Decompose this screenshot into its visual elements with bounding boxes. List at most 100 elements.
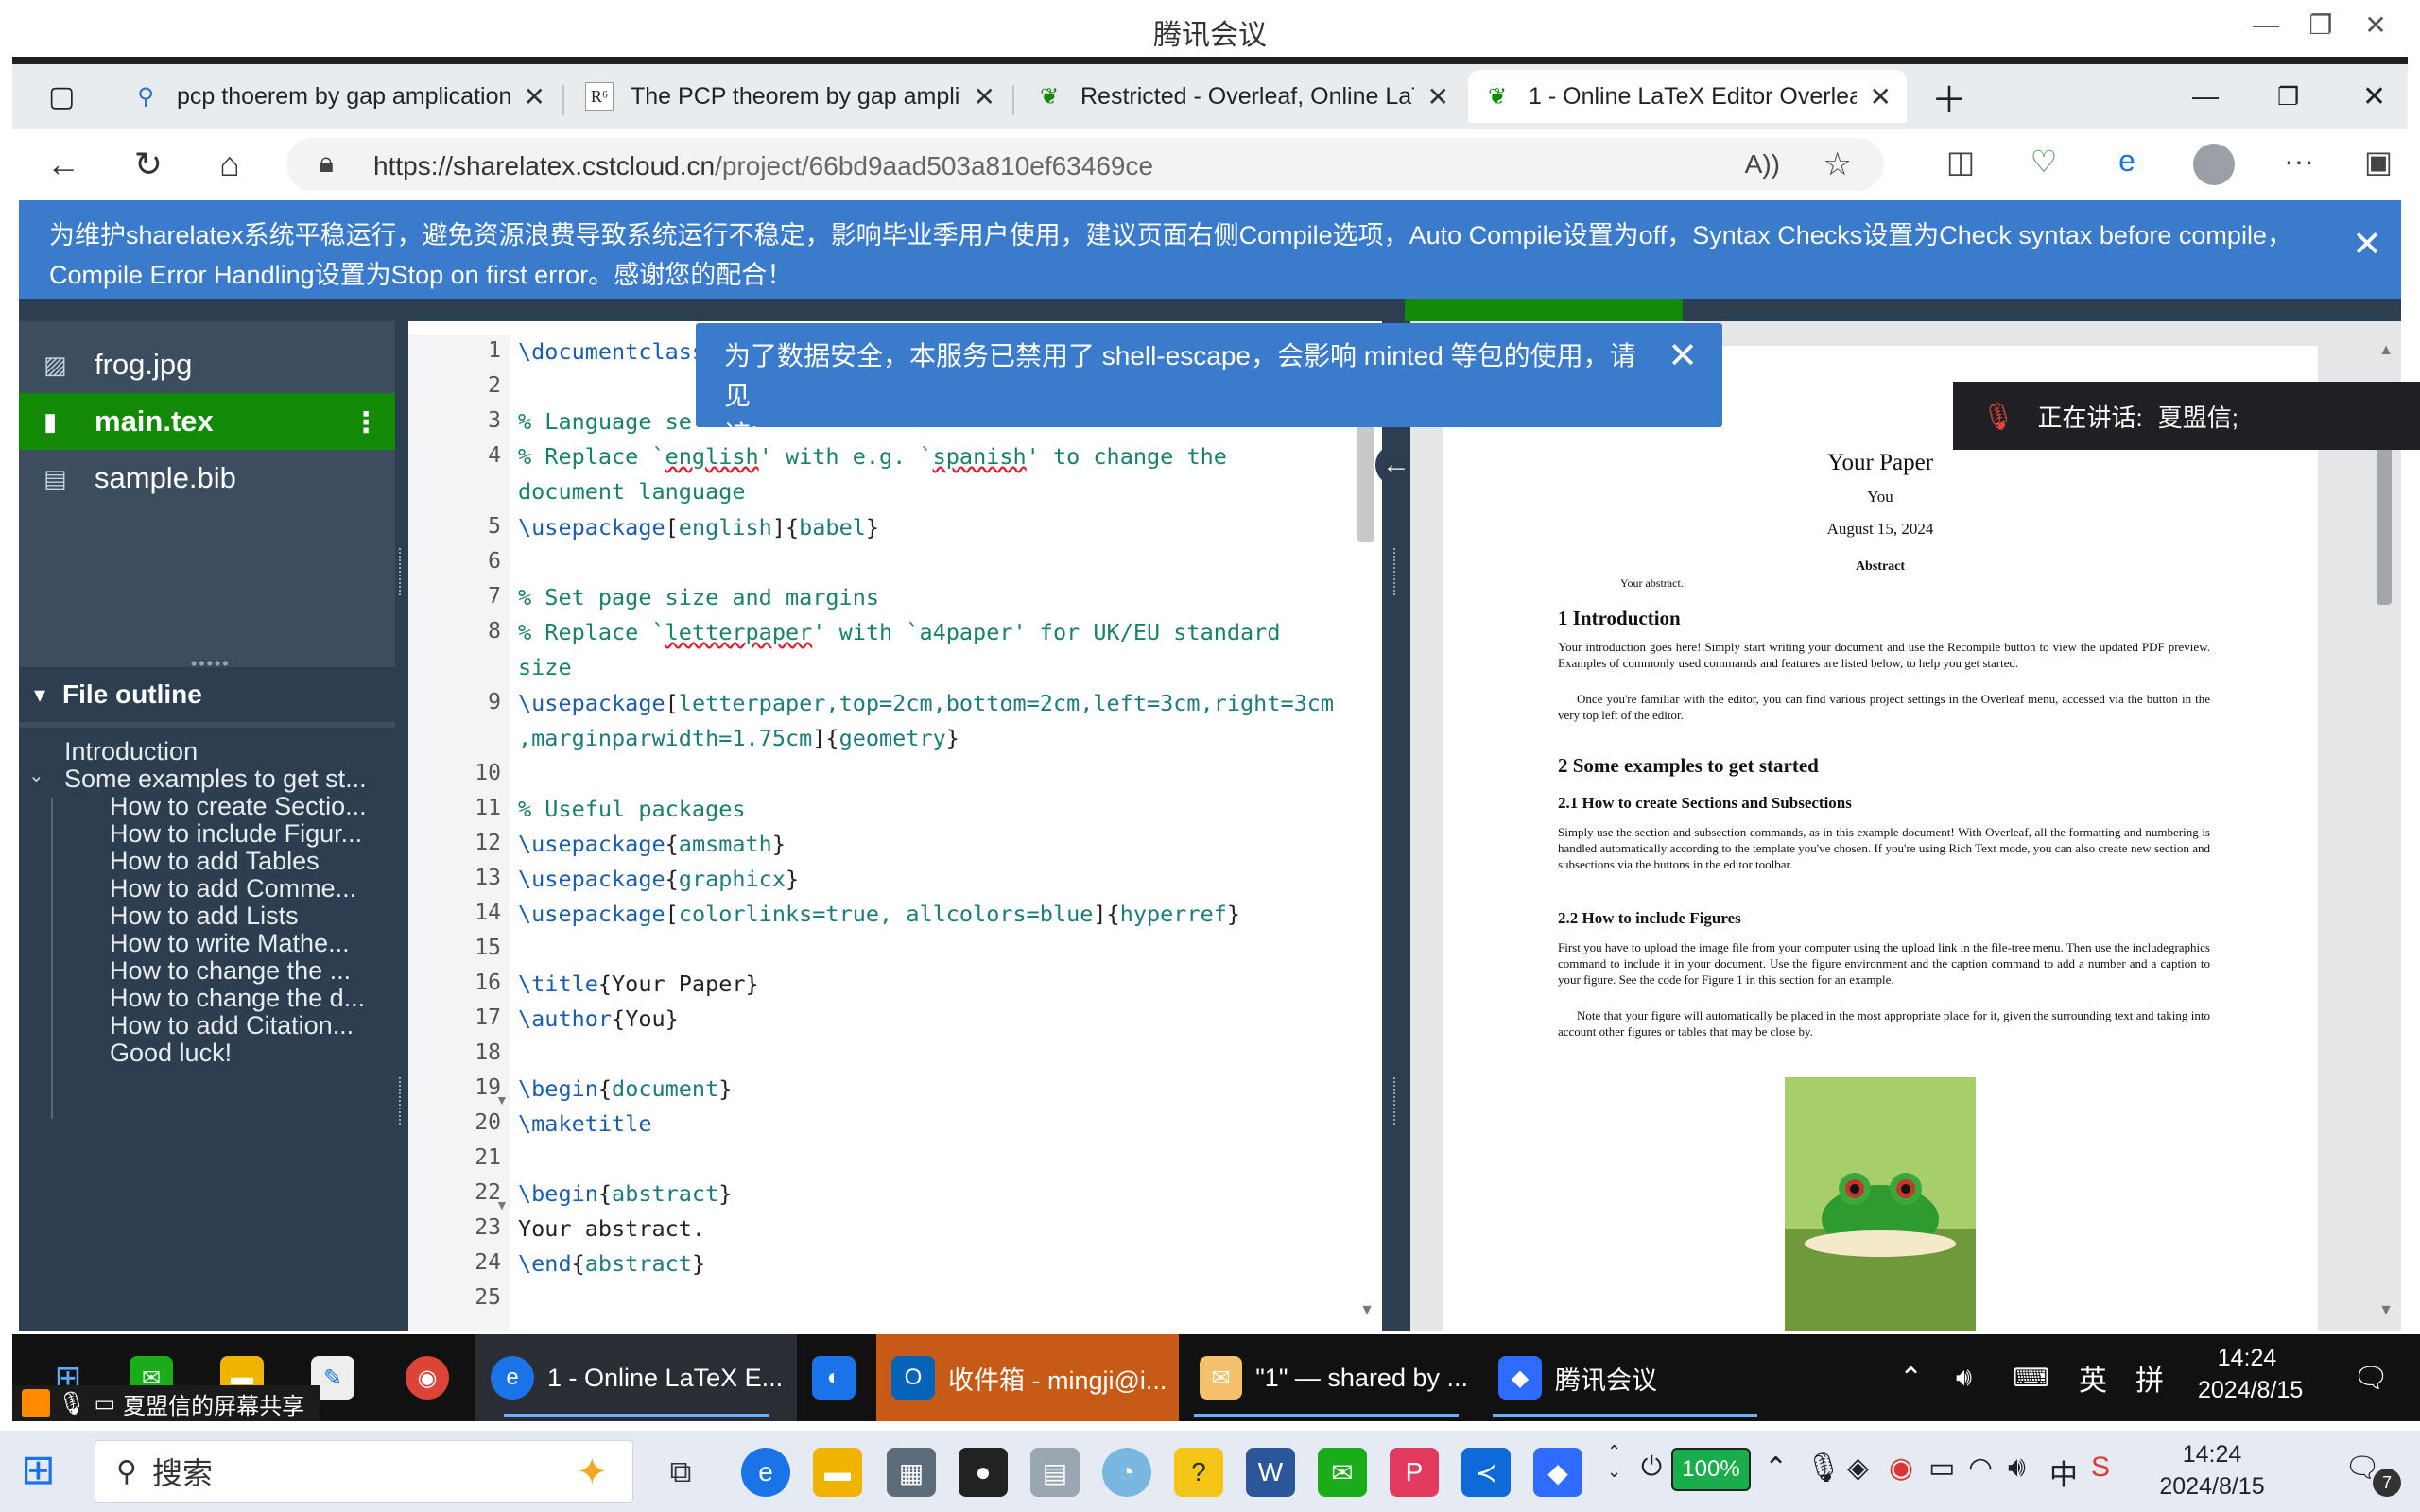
close-toast-icon[interactable]: ✕ bbox=[1668, 336, 1698, 376]
edge-icon[interactable]: e bbox=[741, 1448, 790, 1497]
taskbar-item-overleaf[interactable]: e 1 - Online LaTeX E... bbox=[475, 1334, 797, 1421]
battery-indicator[interactable]: 100% bbox=[1671, 1448, 1751, 1491]
outline-item[interactable]: How to add Tables bbox=[110, 847, 320, 876]
ime-indicator[interactable]: 英 bbox=[2064, 1334, 2107, 1421]
close-tab-icon[interactable]: ✕ bbox=[524, 81, 545, 112]
notification-icon[interactable]: 🗨︎ bbox=[2338, 1334, 2389, 1421]
health-icon[interactable]: ♡ bbox=[2022, 144, 2066, 180]
tray-expand-icon[interactable]: ⌃ bbox=[1884, 1334, 1923, 1421]
mic-icon[interactable]: 🎙︎ bbox=[1806, 1452, 1841, 1485]
volume-icon[interactable]: 🔊︎ bbox=[1941, 1334, 1972, 1421]
home-icon[interactable]: ⌂ bbox=[207, 142, 252, 187]
app-icon[interactable]: ◔ bbox=[1102, 1448, 1151, 1497]
help-icon[interactable]: ? bbox=[1174, 1448, 1223, 1497]
sidebar-resizer[interactable] bbox=[395, 321, 408, 1331]
volume-icon[interactable]: 🔊︎ bbox=[2008, 1452, 2026, 1484]
pdf-scrollbar[interactable] bbox=[2377, 425, 2392, 605]
file-menu-icon[interactable]: ⋮ bbox=[352, 406, 380, 439]
outline-item[interactable]: How to add Comme... bbox=[110, 874, 356, 903]
chrome-button[interactable]: ◉ bbox=[390, 1334, 462, 1421]
screen-tool-icon[interactable]: ▤ bbox=[1030, 1448, 1080, 1497]
scroll-down-icon[interactable]: ▼ bbox=[1359, 1302, 1374, 1319]
copilot-sparkle-icon[interactable]: ✦ bbox=[576, 1451, 608, 1494]
taskbar-search[interactable]: ⚲ 搜索 ✦ bbox=[95, 1440, 633, 1503]
close-notice-icon[interactable]: ✕ bbox=[2352, 225, 2382, 265]
sogou-icon[interactable]: S bbox=[2091, 1452, 2110, 1484]
tab-overleaf-editor[interactable]: ❦ 1 - Online LaTeX Editor Overleaf ✕ bbox=[1468, 70, 1907, 123]
sidebar-toggle-icon[interactable]: ▣ bbox=[2357, 144, 2400, 180]
taskbar-item-tencent[interactable]: ◆ 腾讯会议 bbox=[1483, 1334, 1767, 1421]
url-field[interactable]: 🔒︎ https://sharelatex.cstcloud.cn/projec… bbox=[286, 138, 1884, 191]
file-outline-header[interactable]: ▾ File outline bbox=[19, 667, 395, 722]
browser-close-button[interactable]: ✕ bbox=[2347, 70, 2404, 123]
edge-icon[interactable]: e bbox=[2105, 144, 2149, 179]
profile-avatar[interactable] bbox=[2192, 144, 2236, 193]
close-icon[interactable]: ✕ bbox=[2352, 9, 2399, 41]
more-icon[interactable]: ··· bbox=[2277, 144, 2321, 179]
outline-item[interactable]: How to include Figur... bbox=[110, 819, 362, 849]
word-icon[interactable]: W bbox=[1246, 1448, 1295, 1497]
pdf-preview[interactable]: Your Paper You August 15, 2024 Abstract … bbox=[1410, 321, 2401, 1331]
task-view-icon[interactable]: ⧉ bbox=[656, 1448, 705, 1497]
read-aloud-icon[interactable]: A)) bbox=[1745, 149, 1780, 180]
folder-icon[interactable]: ▬ bbox=[813, 1448, 862, 1497]
file-item-main[interactable]: ▮ main.tex ⋮ bbox=[19, 393, 395, 450]
tencent-meeting-icon[interactable]: ◆ bbox=[1533, 1448, 1582, 1497]
ime-mode[interactable]: 拼 bbox=[2120, 1334, 2164, 1421]
app-tray-icon[interactable]: ◉ bbox=[1889, 1452, 1913, 1485]
minimize-icon[interactable]: — bbox=[2242, 9, 2290, 40]
outline-item[interactable]: How to create Sectio... bbox=[110, 792, 367, 821]
fold-icon[interactable]: ▼ bbox=[495, 1092, 509, 1108]
vscode-icon[interactable]: ≺ bbox=[1461, 1448, 1511, 1497]
wifi-icon[interactable]: ◠ bbox=[1968, 1452, 1993, 1485]
close-tab-icon[interactable]: ✕ bbox=[974, 81, 995, 112]
outline-item[interactable]: Introduction bbox=[64, 737, 198, 766]
split-screen-icon[interactable]: ◫ bbox=[1939, 144, 1982, 180]
remote-clock[interactable]: 14:24 2024/8/15 bbox=[2183, 1334, 2303, 1421]
recompile-button[interactable] bbox=[1405, 299, 1683, 321]
tab-search[interactable]: ⚲ pcp thoerem by gap amplication ✕ bbox=[116, 70, 561, 123]
tab-overleaf-restricted[interactable]: ❦ Restricted - Overleaf, Online LaTe ✕ bbox=[1020, 70, 1464, 123]
fold-icon[interactable]: ▼ bbox=[495, 1197, 509, 1212]
outline-item[interactable]: How to change the ... bbox=[110, 956, 351, 986]
pdf-icon[interactable]: P bbox=[1390, 1448, 1439, 1497]
new-tab-button[interactable]: ＋ bbox=[1916, 70, 1973, 123]
close-tab-icon[interactable]: ✕ bbox=[1427, 81, 1449, 112]
taskbar-item-shared[interactable]: ✉ "1" — shared by ... bbox=[1184, 1334, 1468, 1421]
calculator-icon[interactable]: ▦ bbox=[887, 1448, 936, 1497]
tab-actions-button[interactable]: ▢ bbox=[33, 70, 99, 123]
outline-item[interactable]: How to add Citation... bbox=[110, 1011, 354, 1040]
refresh-icon[interactable]: ↻ bbox=[126, 142, 171, 187]
browser-restore-button[interactable]: ❐ bbox=[2262, 70, 2319, 123]
app-button[interactable]: ◐ bbox=[797, 1334, 869, 1421]
keyboard-icon[interactable]: ⌨ bbox=[1997, 1334, 2049, 1421]
outline-item[interactable]: How to add Lists bbox=[110, 902, 299, 931]
chevron-down-icon[interactable]: ⌄ bbox=[28, 764, 44, 787]
browser-minimize-button[interactable]: — bbox=[2177, 70, 2234, 123]
code-editor[interactable]: 1 2 3 4 5 6 7 8 9 10 11 12 13 14 15 16 1… bbox=[408, 335, 1382, 1331]
tab-pcp-paper[interactable]: R⁶ The PCP theorem by gap amplific ✕ bbox=[570, 70, 1011, 123]
windows-start-icon[interactable]: ⊞ bbox=[21, 1446, 56, 1494]
favorite-star-icon[interactable]: ☆ bbox=[1824, 146, 1852, 183]
app-tray-icon[interactable]: ▭ bbox=[1928, 1452, 1955, 1485]
language-indicator[interactable]: 中 bbox=[2049, 1452, 2078, 1493]
scroll-down-icon[interactable]: ▼ bbox=[2378, 1302, 2394, 1319]
file-item-sample-bib[interactable]: ▤ sample.bib bbox=[19, 450, 395, 507]
close-tab-icon[interactable]: ✕ bbox=[1870, 81, 1892, 112]
tray-scroll-icon[interactable]: ⌃ ⌄ bbox=[1607, 1442, 1621, 1482]
tray-expand-icon[interactable]: ⌃ bbox=[1764, 1452, 1788, 1485]
outline-item[interactable]: Some examples to get st... bbox=[64, 765, 367, 794]
outline-item[interactable]: How to write Mathe... bbox=[110, 929, 350, 958]
qq-icon[interactable]: ● bbox=[959, 1448, 1008, 1497]
taskbar-item-outlook[interactable]: O 收件箱 - mingji@i... bbox=[876, 1334, 1179, 1421]
back-icon[interactable]: ← bbox=[41, 142, 86, 187]
outline-item[interactable]: Good luck! bbox=[110, 1039, 232, 1068]
scroll-up-icon[interactable]: ▲ bbox=[2378, 342, 2394, 359]
app-tray-icon[interactable]: ◈ bbox=[1847, 1452, 1869, 1485]
file-item-frog[interactable]: ▨ frog.jpg bbox=[19, 336, 395, 393]
restore-icon[interactable]: ❐ bbox=[2297, 9, 2344, 41]
local-clock[interactable]: 14:24 2024/8/15 bbox=[2146, 1438, 2278, 1503]
power-icon[interactable]: ⏻ bbox=[1641, 1452, 1662, 1483]
outline-item[interactable]: How to change the d... bbox=[110, 984, 365, 1013]
wechat-icon[interactable]: ✉ bbox=[1318, 1448, 1367, 1497]
